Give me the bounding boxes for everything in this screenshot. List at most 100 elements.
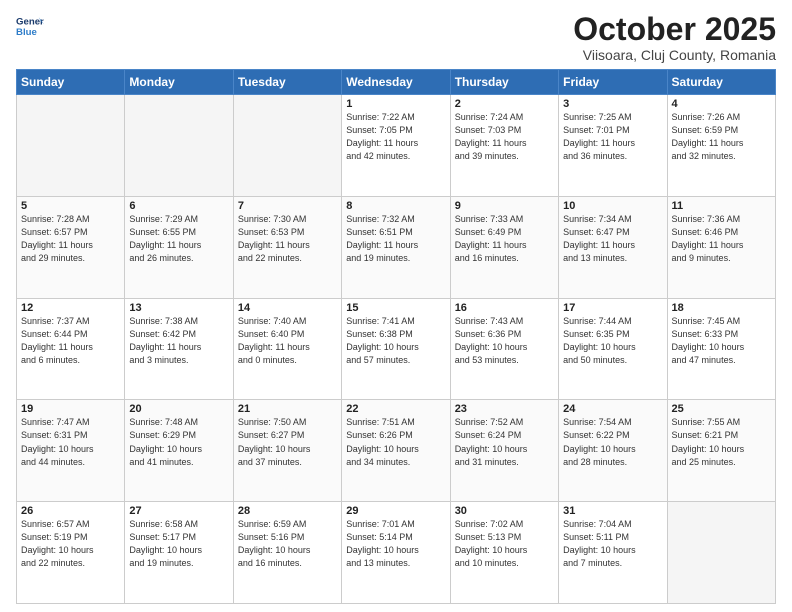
day-cell: 16Sunrise: 7:43 AM Sunset: 6:36 PM Dayli… [450, 298, 558, 400]
weekday-header-row: SundayMondayTuesdayWednesdayThursdayFrid… [17, 70, 776, 95]
day-number: 6 [129, 200, 228, 212]
day-info: Sunrise: 7:28 AM Sunset: 6:57 PM Dayligh… [21, 213, 120, 265]
day-info: Sunrise: 7:32 AM Sunset: 6:51 PM Dayligh… [346, 213, 445, 265]
day-info: Sunrise: 7:36 AM Sunset: 6:46 PM Dayligh… [672, 213, 771, 265]
day-number: 17 [563, 302, 662, 314]
weekday-header-thursday: Thursday [450, 70, 558, 95]
day-cell: 2Sunrise: 7:24 AM Sunset: 7:03 PM Daylig… [450, 95, 558, 197]
location: Viisoara, Cluj County, Romania [573, 47, 776, 63]
day-info: Sunrise: 7:44 AM Sunset: 6:35 PM Dayligh… [563, 315, 662, 367]
day-cell: 30Sunrise: 7:02 AM Sunset: 5:13 PM Dayli… [450, 502, 558, 604]
day-cell [667, 502, 775, 604]
day-cell: 31Sunrise: 7:04 AM Sunset: 5:11 PM Dayli… [559, 502, 667, 604]
day-number: 21 [238, 403, 337, 415]
weekday-header-tuesday: Tuesday [233, 70, 341, 95]
day-cell: 3Sunrise: 7:25 AM Sunset: 7:01 PM Daylig… [559, 95, 667, 197]
svg-text:Blue: Blue [16, 27, 37, 38]
weekday-header-wednesday: Wednesday [342, 70, 450, 95]
day-info: Sunrise: 7:25 AM Sunset: 7:01 PM Dayligh… [563, 111, 662, 163]
day-number: 4 [672, 98, 771, 110]
day-cell: 8Sunrise: 7:32 AM Sunset: 6:51 PM Daylig… [342, 196, 450, 298]
day-cell: 10Sunrise: 7:34 AM Sunset: 6:47 PM Dayli… [559, 196, 667, 298]
calendar: SundayMondayTuesdayWednesdayThursdayFrid… [16, 69, 776, 604]
day-info: Sunrise: 6:59 AM Sunset: 5:16 PM Dayligh… [238, 518, 337, 570]
day-number: 25 [672, 403, 771, 415]
day-number: 13 [129, 302, 228, 314]
weekday-header-sunday: Sunday [17, 70, 125, 95]
day-info: Sunrise: 7:29 AM Sunset: 6:55 PM Dayligh… [129, 213, 228, 265]
day-info: Sunrise: 7:02 AM Sunset: 5:13 PM Dayligh… [455, 518, 554, 570]
day-number: 5 [21, 200, 120, 212]
day-number: 11 [672, 200, 771, 212]
day-number: 27 [129, 505, 228, 517]
day-cell: 22Sunrise: 7:51 AM Sunset: 6:26 PM Dayli… [342, 400, 450, 502]
day-cell: 17Sunrise: 7:44 AM Sunset: 6:35 PM Dayli… [559, 298, 667, 400]
day-number: 14 [238, 302, 337, 314]
day-info: Sunrise: 7:54 AM Sunset: 6:22 PM Dayligh… [563, 416, 662, 468]
day-info: Sunrise: 7:04 AM Sunset: 5:11 PM Dayligh… [563, 518, 662, 570]
day-cell: 18Sunrise: 7:45 AM Sunset: 6:33 PM Dayli… [667, 298, 775, 400]
header: General Blue October 2025 Viisoara, Cluj… [16, 12, 776, 63]
svg-text:General: General [16, 16, 44, 27]
day-cell [233, 95, 341, 197]
day-cell: 20Sunrise: 7:48 AM Sunset: 6:29 PM Dayli… [125, 400, 233, 502]
day-cell: 28Sunrise: 6:59 AM Sunset: 5:16 PM Dayli… [233, 502, 341, 604]
weekday-header-friday: Friday [559, 70, 667, 95]
day-cell: 29Sunrise: 7:01 AM Sunset: 5:14 PM Dayli… [342, 502, 450, 604]
day-number: 12 [21, 302, 120, 314]
day-number: 20 [129, 403, 228, 415]
week-row-4: 19Sunrise: 7:47 AM Sunset: 6:31 PM Dayli… [17, 400, 776, 502]
day-cell: 21Sunrise: 7:50 AM Sunset: 6:27 PM Dayli… [233, 400, 341, 502]
day-cell: 15Sunrise: 7:41 AM Sunset: 6:38 PM Dayli… [342, 298, 450, 400]
day-info: Sunrise: 6:58 AM Sunset: 5:17 PM Dayligh… [129, 518, 228, 570]
day-number: 23 [455, 403, 554, 415]
day-info: Sunrise: 7:01 AM Sunset: 5:14 PM Dayligh… [346, 518, 445, 570]
day-info: Sunrise: 7:55 AM Sunset: 6:21 PM Dayligh… [672, 416, 771, 468]
day-info: Sunrise: 7:24 AM Sunset: 7:03 PM Dayligh… [455, 111, 554, 163]
day-number: 30 [455, 505, 554, 517]
page: General Blue October 2025 Viisoara, Cluj… [0, 0, 792, 612]
day-info: Sunrise: 7:37 AM Sunset: 6:44 PM Dayligh… [21, 315, 120, 367]
day-number: 22 [346, 403, 445, 415]
title-block: October 2025 Viisoara, Cluj County, Roma… [573, 12, 776, 63]
day-info: Sunrise: 7:22 AM Sunset: 7:05 PM Dayligh… [346, 111, 445, 163]
day-info: Sunrise: 6:57 AM Sunset: 5:19 PM Dayligh… [21, 518, 120, 570]
weekday-header-monday: Monday [125, 70, 233, 95]
day-info: Sunrise: 7:38 AM Sunset: 6:42 PM Dayligh… [129, 315, 228, 367]
day-info: Sunrise: 7:50 AM Sunset: 6:27 PM Dayligh… [238, 416, 337, 468]
day-info: Sunrise: 7:26 AM Sunset: 6:59 PM Dayligh… [672, 111, 771, 163]
day-info: Sunrise: 7:48 AM Sunset: 6:29 PM Dayligh… [129, 416, 228, 468]
day-number: 24 [563, 403, 662, 415]
weekday-header-saturday: Saturday [667, 70, 775, 95]
week-row-5: 26Sunrise: 6:57 AM Sunset: 5:19 PM Dayli… [17, 502, 776, 604]
logo: General Blue [16, 12, 44, 40]
day-info: Sunrise: 7:34 AM Sunset: 6:47 PM Dayligh… [563, 213, 662, 265]
day-cell: 24Sunrise: 7:54 AM Sunset: 6:22 PM Dayli… [559, 400, 667, 502]
day-number: 31 [563, 505, 662, 517]
day-cell: 9Sunrise: 7:33 AM Sunset: 6:49 PM Daylig… [450, 196, 558, 298]
day-cell: 13Sunrise: 7:38 AM Sunset: 6:42 PM Dayli… [125, 298, 233, 400]
day-info: Sunrise: 7:51 AM Sunset: 6:26 PM Dayligh… [346, 416, 445, 468]
day-info: Sunrise: 7:47 AM Sunset: 6:31 PM Dayligh… [21, 416, 120, 468]
day-cell: 5Sunrise: 7:28 AM Sunset: 6:57 PM Daylig… [17, 196, 125, 298]
day-info: Sunrise: 7:30 AM Sunset: 6:53 PM Dayligh… [238, 213, 337, 265]
week-row-2: 5Sunrise: 7:28 AM Sunset: 6:57 PM Daylig… [17, 196, 776, 298]
day-cell: 19Sunrise: 7:47 AM Sunset: 6:31 PM Dayli… [17, 400, 125, 502]
day-info: Sunrise: 7:40 AM Sunset: 6:40 PM Dayligh… [238, 315, 337, 367]
day-number: 7 [238, 200, 337, 212]
day-info: Sunrise: 7:45 AM Sunset: 6:33 PM Dayligh… [672, 315, 771, 367]
day-cell: 12Sunrise: 7:37 AM Sunset: 6:44 PM Dayli… [17, 298, 125, 400]
day-cell: 26Sunrise: 6:57 AM Sunset: 5:19 PM Dayli… [17, 502, 125, 604]
day-info: Sunrise: 7:41 AM Sunset: 6:38 PM Dayligh… [346, 315, 445, 367]
day-number: 3 [563, 98, 662, 110]
day-cell: 7Sunrise: 7:30 AM Sunset: 6:53 PM Daylig… [233, 196, 341, 298]
day-cell [17, 95, 125, 197]
day-number: 10 [563, 200, 662, 212]
week-row-3: 12Sunrise: 7:37 AM Sunset: 6:44 PM Dayli… [17, 298, 776, 400]
day-number: 2 [455, 98, 554, 110]
day-number: 8 [346, 200, 445, 212]
day-info: Sunrise: 7:33 AM Sunset: 6:49 PM Dayligh… [455, 213, 554, 265]
day-number: 16 [455, 302, 554, 314]
day-info: Sunrise: 7:43 AM Sunset: 6:36 PM Dayligh… [455, 315, 554, 367]
day-number: 19 [21, 403, 120, 415]
